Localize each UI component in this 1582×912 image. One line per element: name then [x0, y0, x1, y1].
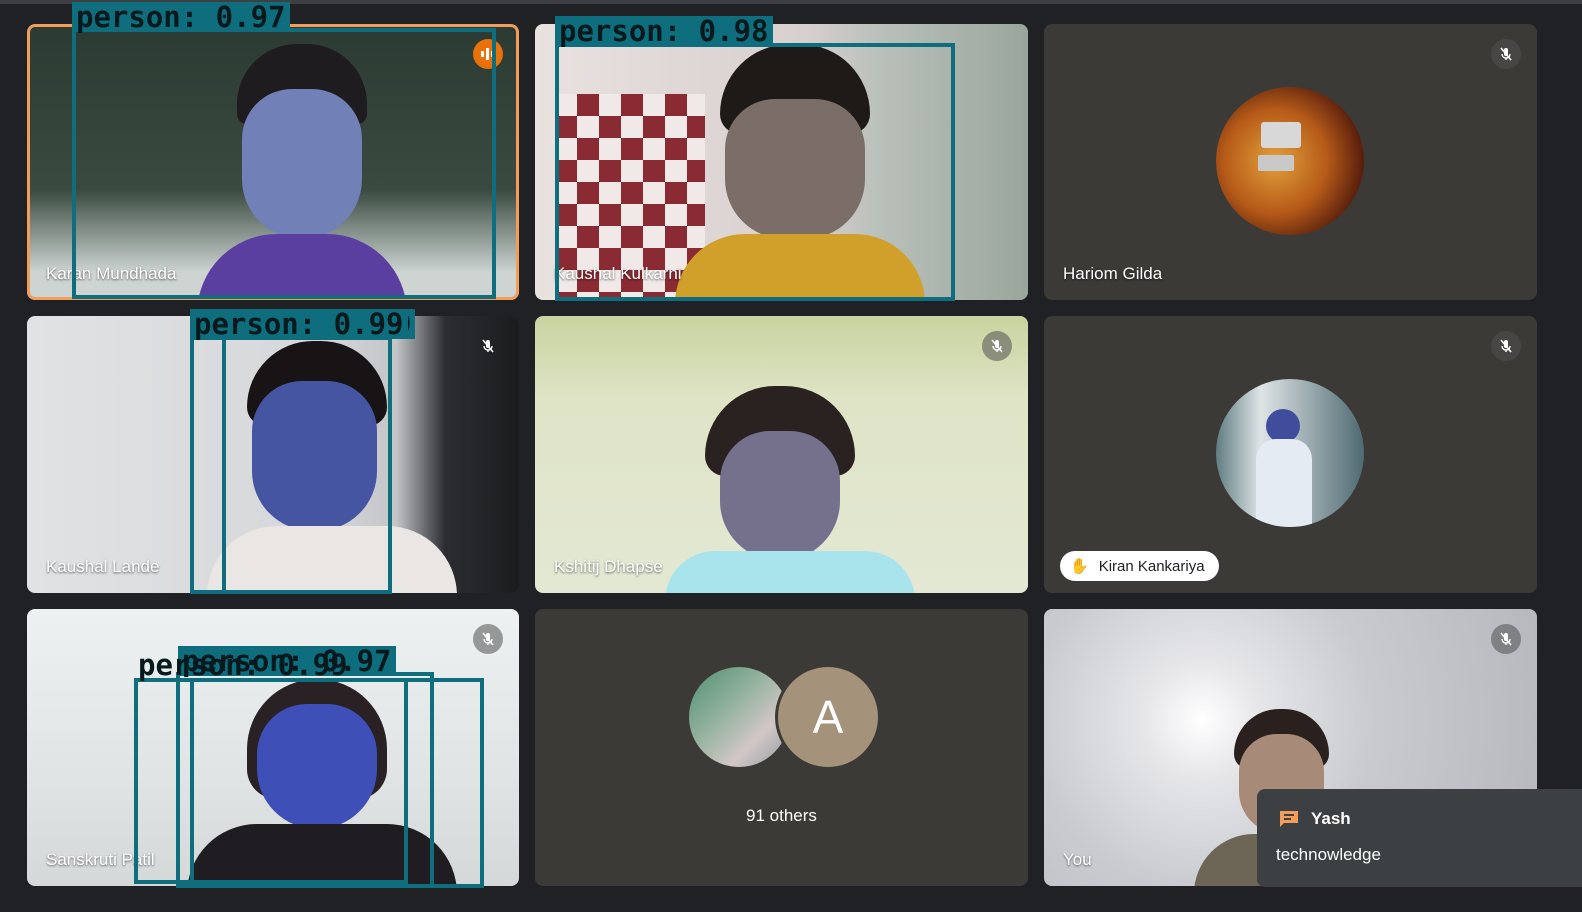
participant-name: Kaushal Lande: [46, 557, 160, 576]
participant-name: Hariom Gilda: [1063, 264, 1163, 283]
participant-tile-kshitij[interactable]: Kshitij Dhapse: [535, 316, 1028, 593]
mic-off-icon: [473, 331, 503, 361]
chat-message: technowledge: [1276, 845, 1381, 864]
mic-off-icon: [1491, 624, 1521, 654]
participant-tile-hariom[interactable]: Hariom Gilda: [1044, 24, 1537, 300]
detection-box: [222, 336, 392, 594]
participant-name: You: [1063, 850, 1092, 869]
participant-tile-kiran[interactable]: ✋ Kiran Kankariya: [1044, 316, 1537, 593]
detection-box: [134, 678, 408, 884]
chat-icon: [1278, 809, 1300, 829]
participant-tile-others[interactable]: A 91 others: [535, 609, 1028, 886]
mic-off-icon: [473, 624, 503, 654]
avatar-initial: A: [812, 691, 844, 743]
chat-notification[interactable]: Yash technowledge: [1257, 789, 1582, 887]
detection-label: person: 0.99: [190, 309, 408, 339]
detection-box: [555, 43, 955, 301]
avatar: [1216, 379, 1364, 527]
avatar: [1216, 87, 1364, 235]
mic-off-icon: [982, 331, 1012, 361]
detection-box: [72, 28, 496, 299]
detection-label: person: 0.99: [138, 648, 348, 682]
person-figure: [665, 386, 915, 593]
others-count: 91 others: [746, 806, 817, 825]
chat-sender: Yash: [1311, 809, 1351, 828]
mic-off-icon: [1491, 331, 1521, 361]
mic-off-icon: [1491, 39, 1521, 69]
avatar-letter: A: [778, 667, 878, 767]
detection-label: person: 0.97: [72, 2, 290, 32]
participant-name: Kshitij Dhapse: [554, 557, 663, 576]
hand-raised-badge: ✋ Kiran Kankariya: [1060, 551, 1219, 581]
detection-label: person: 0.98: [555, 16, 773, 46]
participant-name: Kiran Kankariya: [1098, 557, 1205, 575]
avatar: [689, 667, 789, 767]
hand-raise-icon: ✋: [1070, 558, 1089, 575]
